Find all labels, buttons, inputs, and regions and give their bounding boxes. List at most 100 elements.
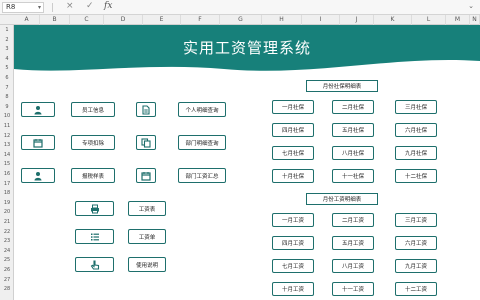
print-button-2[interactable]: 工资单 [128, 229, 166, 244]
column-header-j[interactable]: J [340, 15, 374, 25]
calendar-button[interactable] [21, 135, 55, 150]
row-header-24[interactable]: 24 [0, 248, 14, 254]
divider [52, 3, 53, 12]
row-header-19[interactable]: 19 [0, 200, 14, 206]
column-header-n[interactable]: N [470, 15, 480, 25]
wages-month-button[interactable]: 八月工资 [332, 259, 374, 273]
column-header-i[interactable]: I [302, 15, 340, 25]
list-button[interactable] [75, 229, 114, 244]
social-month-button[interactable]: 三月社保 [395, 100, 437, 114]
row-header-13[interactable]: 13 [0, 142, 14, 148]
row-header-18[interactable]: 18 [0, 190, 14, 196]
social-month-button[interactable]: 六月社保 [395, 123, 437, 137]
wages-month-button[interactable]: 九月工资 [395, 259, 437, 273]
nav-button-1[interactable]: 员工信息 [71, 102, 115, 117]
list-icon [90, 232, 100, 242]
row-header-4[interactable]: 4 [0, 56, 14, 62]
row-header-22[interactable]: 22 [0, 229, 14, 235]
social-month-button[interactable]: 十二社保 [395, 169, 437, 183]
social-month-button[interactable]: 五月社保 [332, 123, 374, 137]
column-header-l[interactable]: L [412, 15, 446, 25]
social-month-button[interactable]: 八月社保 [332, 146, 374, 160]
cancel-icon[interactable]: × [66, 1, 74, 11]
person-button[interactable] [21, 168, 55, 183]
wages-month-button[interactable]: 七月工资 [272, 259, 314, 273]
row-header-7[interactable]: 7 [0, 85, 14, 91]
wages-month-button[interactable]: 五月工资 [332, 236, 374, 250]
column-header-d[interactable]: D [104, 15, 143, 25]
document-icon [141, 104, 151, 115]
row-header-23[interactable]: 23 [0, 238, 14, 244]
wages-month-button[interactable]: 四月工资 [272, 236, 314, 250]
nav-button-3[interactable]: 报税样表 [71, 168, 115, 183]
column-header-k[interactable]: K [374, 15, 412, 25]
wages-month-button[interactable]: 十月工资 [272, 282, 314, 296]
row-header-17[interactable]: 17 [0, 181, 14, 187]
expand-icon[interactable]: ⌄ [468, 2, 474, 10]
wages-month-button[interactable]: 十一工资 [332, 282, 374, 296]
column-header-f[interactable]: F [181, 15, 220, 25]
row-header-8[interactable]: 8 [0, 94, 14, 100]
hand-pointer-icon [90, 259, 100, 270]
query-button-2[interactable]: 部门明细查询 [178, 135, 226, 150]
row-header-6[interactable]: 6 [0, 75, 14, 81]
function-icon[interactable]: fx [104, 1, 112, 11]
social-month-button[interactable]: 十一社保 [332, 169, 374, 183]
query-button-3[interactable]: 部门工资汇总 [178, 168, 226, 183]
chevron-down-icon[interactable]: ▾ [38, 3, 41, 12]
calendar-button[interactable] [136, 168, 156, 183]
row-header-25[interactable]: 25 [0, 257, 14, 263]
person-icon [33, 105, 43, 115]
social-month-button[interactable]: 四月社保 [272, 123, 314, 137]
row-header-26[interactable]: 26 [0, 267, 14, 273]
row-header-28[interactable]: 28 [0, 286, 14, 292]
social-month-button[interactable]: 二月社保 [332, 100, 374, 114]
row-header-2[interactable]: 2 [0, 37, 14, 43]
print-button-1[interactable]: 工资表 [128, 201, 166, 216]
wages-header: 月份工资明细表 [306, 193, 378, 205]
row-header-12[interactable]: 12 [0, 133, 14, 139]
row-header-3[interactable]: 3 [0, 46, 14, 52]
row-header-20[interactable]: 20 [0, 209, 14, 215]
wages-month-button[interactable]: 六月工资 [395, 236, 437, 250]
column-header-e[interactable]: E [143, 15, 181, 25]
row-header-27[interactable]: 27 [0, 277, 14, 283]
row-header-1[interactable]: 1 [0, 27, 14, 33]
social-month-button[interactable]: 九月社保 [395, 146, 437, 160]
calendar-icon [141, 171, 151, 181]
person-icon [33, 171, 43, 181]
row-header-10[interactable]: 10 [0, 113, 14, 119]
row-header: 1 2 3 4 5 6 7 8 9 10 11 12 13 14 15 16 17 18 19 20 21 22 23 24 2… [0, 25, 14, 300]
row-header-9[interactable]: 9 [0, 104, 14, 110]
social-month-button[interactable]: 七月社保 [272, 146, 314, 160]
name-box[interactable]: R8 ▾ [2, 2, 44, 13]
row-header-5[interactable]: 5 [0, 65, 14, 71]
column-header-h[interactable]: H [262, 15, 302, 25]
row-header-11[interactable]: 11 [0, 123, 14, 129]
row-header-21[interactable]: 21 [0, 219, 14, 225]
column-header-b[interactable]: B [40, 15, 70, 25]
column-header-a[interactable]: A [14, 15, 40, 25]
wages-month-button[interactable]: 一月工资 [272, 213, 314, 227]
social-month-button[interactable]: 十月社保 [272, 169, 314, 183]
document-button[interactable] [136, 102, 156, 117]
wages-month-button[interactable]: 十二工资 [395, 282, 437, 296]
person-button[interactable] [21, 102, 55, 117]
social-month-button[interactable]: 一月社保 [272, 100, 314, 114]
print-button-3[interactable]: 使用说明 [128, 257, 166, 272]
hand-pointer-button[interactable] [75, 257, 114, 272]
row-header-14[interactable]: 14 [0, 152, 14, 158]
copy-button[interactable] [136, 135, 156, 150]
wages-month-button[interactable]: 二月工资 [332, 213, 374, 227]
column-header-c[interactable]: C [70, 15, 104, 25]
row-header-15[interactable]: 15 [0, 161, 14, 167]
column-header-g[interactable]: G [220, 15, 262, 25]
confirm-icon[interactable]: ✓ [86, 1, 94, 11]
column-header-m[interactable]: M [446, 15, 470, 25]
nav-button-2[interactable]: 专项扣除 [71, 135, 115, 150]
row-header-16[interactable]: 16 [0, 171, 14, 177]
printer-button[interactable] [75, 201, 114, 216]
calendar-icon [33, 138, 43, 148]
wages-month-button[interactable]: 三月工资 [395, 213, 437, 227]
query-button-1[interactable]: 个人明细查询 [178, 102, 226, 117]
